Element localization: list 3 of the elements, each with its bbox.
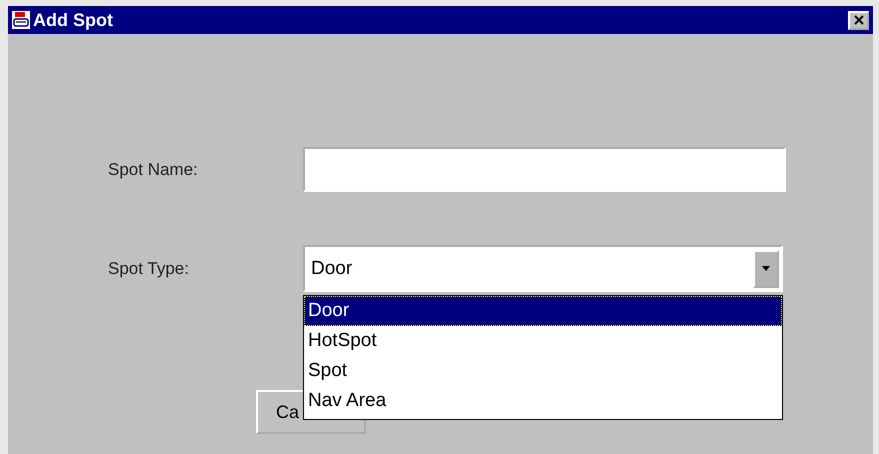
field-label: Spot Type:	[108, 258, 190, 278]
window-title: Add Spot	[33, 10, 114, 30]
field-label: Spot Name:	[108, 160, 199, 180]
